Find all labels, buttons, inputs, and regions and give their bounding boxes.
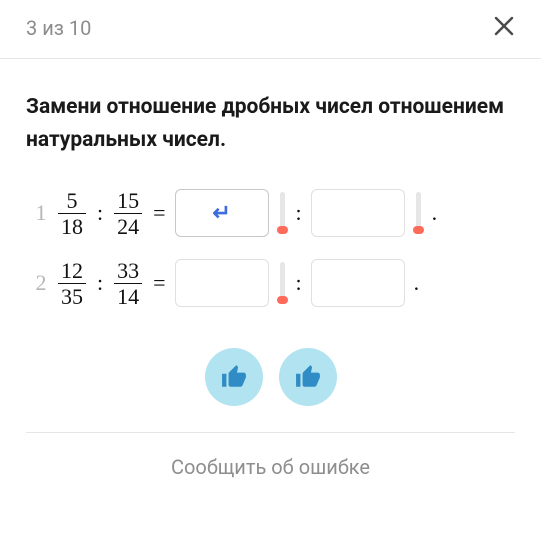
period: .	[432, 200, 438, 226]
enter-icon: ↵	[212, 201, 230, 226]
thumbs-up-icon	[295, 364, 321, 390]
feedback-bar	[26, 348, 515, 433]
answer-input-2b[interactable]	[311, 259, 405, 307]
fraction-denominator: 14	[114, 283, 142, 308]
row-number: 1	[28, 200, 54, 226]
ratio-colon: :	[296, 200, 302, 226]
equals-sign: =	[153, 200, 165, 226]
slider[interactable]	[277, 262, 287, 304]
row-number: 2	[28, 270, 54, 296]
fraction: 5 18	[58, 189, 86, 238]
fraction-numerator: 12	[58, 259, 86, 283]
top-bar: 3 из 10	[0, 0, 541, 59]
ratio-colon: :	[97, 270, 103, 296]
answer-input-1b[interactable]	[311, 189, 405, 237]
fraction: 15 24	[114, 189, 142, 238]
answer-input-1a[interactable]: ↵	[175, 189, 269, 237]
fraction-numerator: 33	[114, 259, 142, 283]
thumbs-down-button[interactable]	[205, 348, 263, 406]
ratio-colon: :	[97, 200, 103, 226]
problem-row: 2 12 35 : 33 14 = : .	[28, 252, 515, 314]
fraction-numerator: 15	[114, 189, 142, 213]
fraction: 12 35	[58, 259, 86, 308]
report-error-link[interactable]: Сообщить об ошибке	[26, 433, 515, 501]
fraction: 33 14	[114, 259, 142, 308]
ratio-colon: :	[296, 270, 302, 296]
period: .	[414, 270, 420, 296]
fraction-denominator: 18	[58, 213, 86, 238]
slider[interactable]	[277, 192, 287, 234]
equals-sign: =	[153, 270, 165, 296]
close-icon[interactable]	[493, 14, 515, 42]
thumbs-up-button[interactable]	[279, 348, 337, 406]
slider[interactable]	[413, 192, 423, 234]
problem-row: 1 5 18 : 15 24 = ↵ : .	[28, 182, 515, 244]
content: Замени отношение дробных чисел отношение…	[0, 59, 541, 501]
fraction-denominator: 35	[58, 283, 86, 308]
answer-input-2a[interactable]	[175, 259, 269, 307]
fraction-denominator: 24	[114, 213, 142, 238]
thumbs-down-icon	[221, 364, 247, 390]
problems-list: 1 5 18 : 15 24 = ↵ : . 2 12 35	[26, 182, 515, 314]
prompt-text: Замени отношение дробных чисел отношение…	[26, 91, 515, 156]
progress-text: 3 из 10	[26, 16, 91, 40]
fraction-numerator: 5	[64, 189, 81, 213]
